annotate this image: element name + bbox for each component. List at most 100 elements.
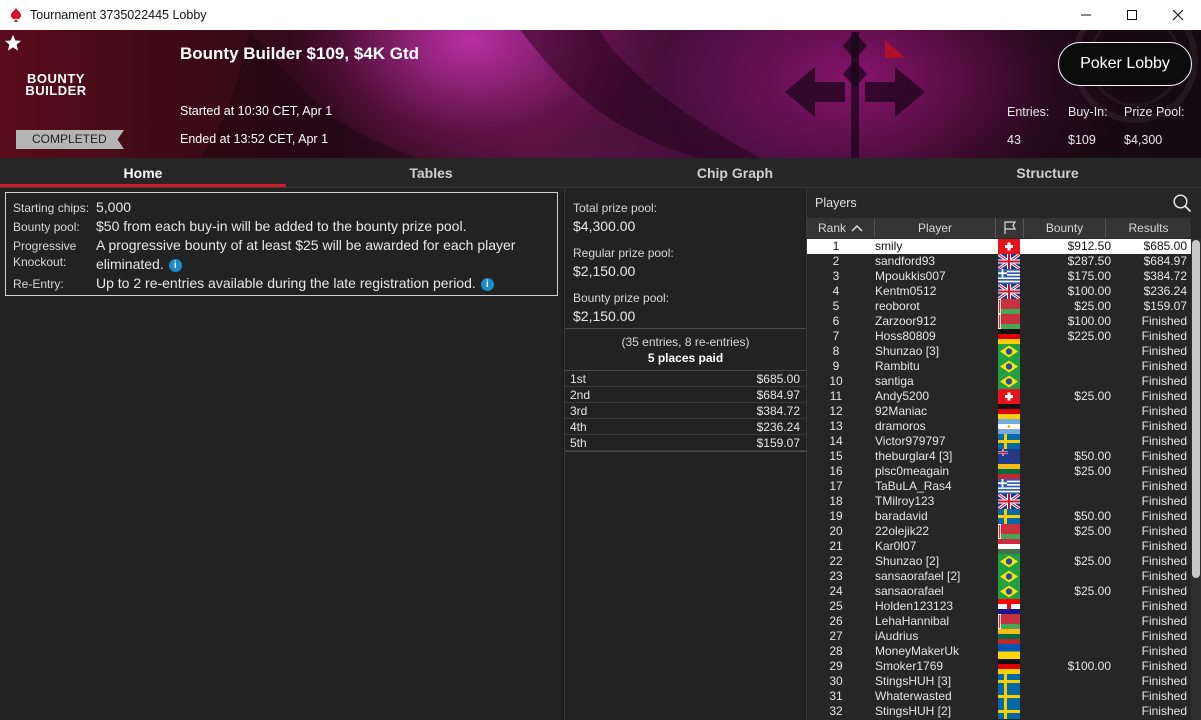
results-column-header[interactable]: Results [1106, 218, 1191, 238]
country-flag-icon [998, 389, 1020, 404]
player-row[interactable]: 10 santiga Finished [807, 374, 1191, 389]
player-row[interactable]: 32 StingsHUH [2] Finished [807, 704, 1191, 719]
progressive-label: Progressive [13, 239, 77, 253]
player-bounty: $25.00 [1074, 524, 1111, 538]
player-row[interactable]: 17 TaBuLA_Ras4 Finished [807, 479, 1191, 494]
player-bounty: $25.00 [1074, 299, 1111, 313]
player-rank: 16 [829, 464, 843, 478]
player-name: Kentm0512 [875, 284, 937, 298]
player-result: Finished [1141, 359, 1187, 373]
info-icon[interactable]: i [480, 278, 494, 291]
player-row[interactable]: 29 Smoker1769 $100.00 Finished [807, 659, 1191, 674]
player-row[interactable]: 25 Holden123123 Finished [807, 599, 1191, 614]
maximize-button[interactable] [1109, 0, 1155, 30]
bounty-column-header[interactable]: Bounty [1024, 218, 1106, 238]
player-row[interactable]: 4 Kentm0512 $100.00 $236.24 [807, 284, 1191, 299]
player-row[interactable]: 24 sansaorafael $25.00 Finished [807, 584, 1191, 599]
country-flag-icon [998, 494, 1020, 509]
player-bounty: $50.00 [1074, 449, 1111, 463]
prize-pool-panel: Total prize pool: $4,300.00 Regular priz… [564, 188, 806, 720]
player-name: santiga [875, 374, 914, 388]
entries-label: Entries: [1007, 105, 1050, 119]
player-row[interactable]: 20 22olejik22 $25.00 Finished [807, 524, 1191, 539]
player-bounty: $225.00 [1067, 329, 1111, 343]
player-name: Kar0l07 [875, 539, 917, 553]
payout-row: 5th $159.07 [565, 435, 806, 451]
tab-tables[interactable]: Tables [286, 158, 576, 188]
player-row[interactable]: 5 reoborot $25.00 $159.07 [807, 299, 1191, 314]
player-row[interactable]: 8 Shunzao [3] Finished [807, 344, 1191, 359]
status-badge: COMPLETED [16, 130, 124, 149]
flag-column-header[interactable] [996, 218, 1024, 238]
bounty-prize-value: $2,150.00 [573, 308, 636, 324]
country-flag-icon [998, 329, 1020, 344]
scrollbar-thumb[interactable] [1192, 240, 1200, 578]
minimize-button[interactable] [1063, 0, 1109, 30]
player-row[interactable]: 21 Kar0l07 Finished [807, 539, 1191, 554]
star-icon[interactable] [4, 34, 22, 52]
country-flag-icon [998, 374, 1020, 389]
player-row[interactable]: 6 Zarzoor912 $100.00 Finished [807, 314, 1191, 329]
player-row[interactable]: 9 Rambitu Finished [807, 359, 1191, 374]
player-name: TaBuLA_Ras4 [875, 479, 952, 493]
places-paid: 5 places paid [647, 351, 724, 365]
player-bounty: $25.00 [1074, 464, 1111, 478]
player-name: theburglar4 [3] [875, 449, 953, 463]
country-flag-icon [998, 479, 1020, 494]
player-row[interactable]: 23 sansaorafael [2] Finished [807, 569, 1191, 584]
country-flag-icon [998, 254, 1020, 269]
payout-amount: $236.24 [756, 420, 800, 434]
player-rank: 1 [832, 239, 840, 253]
player-row[interactable]: 26 LehaHannibal Finished [807, 614, 1191, 629]
player-name: Smoker1769 [875, 659, 944, 673]
player-row[interactable]: 1 smily $912.50 $685.00 [807, 239, 1191, 254]
tab-chip-graph[interactable]: Chip Graph [576, 158, 894, 188]
player-name: Shunzao [2] [875, 554, 940, 568]
close-button[interactable] [1155, 0, 1201, 30]
player-row[interactable]: 16 plsc0meagain $25.00 Finished [807, 464, 1191, 479]
player-row[interactable]: 3 Mpoukkis007 $175.00 $384.72 [807, 269, 1191, 284]
player-rank: 29 [829, 659, 843, 673]
player-result: $685.00 [1143, 239, 1187, 253]
bounty-prize-label: Bounty prize pool: [573, 291, 670, 305]
player-name: Holden123123 [875, 599, 954, 613]
player-name: plsc0meagain [875, 464, 950, 478]
player-rank: 18 [829, 494, 843, 508]
player-row[interactable]: 14 Victor979797 Finished [807, 434, 1191, 449]
players-table: 1 smily $912.50 $685.00 2 sandford93 $287.50 $6… [807, 239, 1191, 719]
player-rank: 9 [832, 359, 840, 373]
player-name: Victor979797 [875, 434, 946, 448]
player-name: Whaterwasted [875, 689, 952, 703]
player-name: Zarzoor912 [875, 314, 937, 328]
tab-structure[interactable]: Structure [894, 158, 1201, 188]
player-row[interactable]: 19 baradavid $50.00 Finished [807, 509, 1191, 524]
player-row[interactable]: 2 sandford93 $287.50 $684.97 [807, 254, 1191, 269]
player-result: Finished [1141, 644, 1187, 658]
entries-summary: (35 entries, 8 re-entries) [621, 335, 750, 349]
search-icon[interactable] [1172, 193, 1192, 213]
player-row[interactable]: 27 iAudrius Finished [807, 629, 1191, 644]
player-result: Finished [1141, 449, 1187, 463]
player-row[interactable]: 30 StingsHUH [3] Finished [807, 674, 1191, 689]
tournament-header: BOUNTY BUILDER COMPLETED Bounty Builder … [0, 30, 1201, 158]
player-row[interactable]: 18 TMilroy123 Finished [807, 494, 1191, 509]
player-row[interactable]: 11 Andy5200 $25.00 Finished [807, 389, 1191, 404]
player-row[interactable]: 13 dramoros Finished [807, 419, 1191, 434]
player-result: Finished [1141, 404, 1187, 418]
info-icon[interactable]: i [168, 259, 182, 272]
player-row[interactable]: 22 Shunzao [2] $25.00 Finished [807, 554, 1191, 569]
player-row[interactable]: 28 MoneyMakerUk Finished [807, 644, 1191, 659]
player-row[interactable]: 12 92Maniac Finished [807, 404, 1191, 419]
rank-column-header[interactable]: Rank [807, 218, 875, 238]
player-result: Finished [1141, 329, 1187, 343]
player-result: $236.24 [1143, 284, 1187, 298]
player-rank: 23 [829, 569, 843, 583]
poker-lobby-button[interactable]: Poker Lobby [1058, 42, 1192, 86]
player-row[interactable]: 31 Whaterwasted Finished [807, 689, 1191, 704]
player-row[interactable]: 15 theburglar4 [3] $50.00 Finished [807, 449, 1191, 464]
payout-row: 3rd $384.72 [565, 403, 806, 419]
player-row[interactable]: 7 Hoss80809 $225.00 Finished [807, 329, 1191, 344]
players-scrollbar[interactable] [1191, 239, 1201, 720]
results-header-label: Results [1128, 221, 1169, 235]
player-column-header[interactable]: Player [875, 218, 996, 238]
